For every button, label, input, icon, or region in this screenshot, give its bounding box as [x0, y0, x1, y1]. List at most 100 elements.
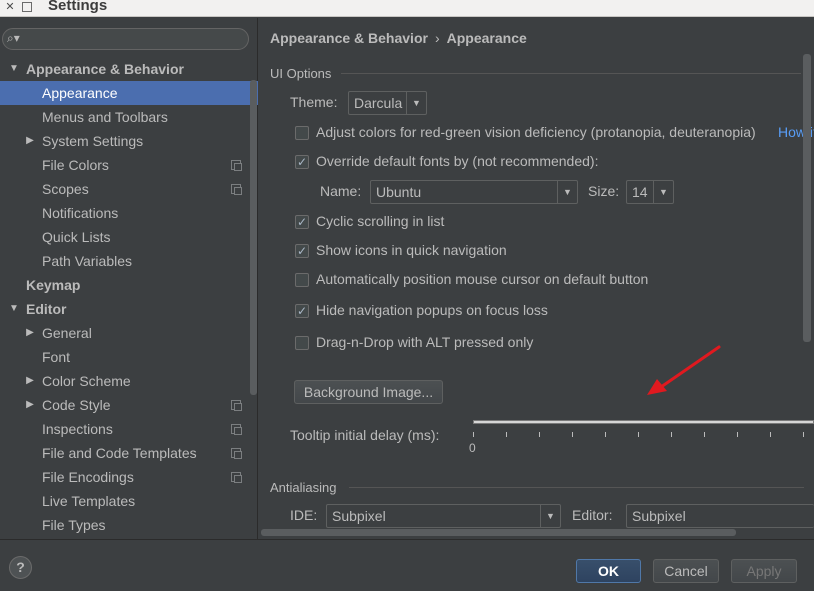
slider-tick: [572, 432, 573, 437]
sidebar-item-system-settings[interactable]: ▶ System Settings: [0, 129, 258, 153]
triangle-right-icon[interactable]: ▶: [24, 129, 36, 153]
apply-button[interactable]: Apply: [731, 559, 797, 583]
sidebar-item-label: General: [42, 325, 92, 341]
close-icon[interactable]: ✕: [4, 1, 16, 13]
sidebar-item-label: Appearance: [42, 85, 118, 101]
sidebar-item-file-colors[interactable]: File Colors: [0, 153, 258, 177]
triangle-right-icon[interactable]: ▶: [24, 393, 36, 417]
breadcrumb-separator: ›: [434, 30, 440, 46]
sidebar-item-font[interactable]: Font: [0, 345, 258, 369]
font-name-select[interactable]: Ubuntu ▼: [370, 180, 578, 204]
sidebar-item-editor[interactable]: ▼ Editor: [0, 297, 258, 321]
show-icons-checkbox[interactable]: ✓: [295, 244, 309, 258]
slider-tick: [704, 432, 705, 437]
slider-tick: [473, 432, 474, 437]
font-name-label: Name:: [320, 183, 362, 199]
sidebar-item-appearance-behavior[interactable]: ▼ Appearance & Behavior: [0, 57, 258, 81]
sidebar-item-keymap[interactable]: Keymap: [0, 273, 258, 297]
search-input[interactable]: ⌕▾: [2, 28, 249, 50]
sidebar-item-inspections[interactable]: Inspections: [0, 417, 258, 441]
adjust-colors-checkbox[interactable]: [295, 126, 309, 140]
slider-tick: [506, 432, 507, 437]
slider-tick: [803, 432, 804, 437]
ok-button[interactable]: OK: [576, 559, 641, 583]
sidebar-item-label: Scopes: [42, 181, 89, 197]
adjust-colors-label: Adjust colors for red-green vision defic…: [316, 124, 756, 140]
copy-icon: [231, 424, 242, 435]
override-fonts-label: Override default fonts by (not recommend…: [316, 153, 599, 169]
annotation-arrow-head: [647, 379, 667, 395]
background-image-button[interactable]: Background Image...: [294, 380, 443, 404]
sidebar-item-label: File Encodings: [42, 469, 134, 485]
sidebar-item-label: File Types: [42, 517, 106, 533]
window-title: Settings: [48, 0, 108, 14]
settings-content: Appearance & Behavior › Appearance UI Opti…: [259, 18, 814, 539]
font-size-label: Size:: [588, 183, 620, 199]
sidebar-item-file-encodings[interactable]: File Encodings: [0, 465, 258, 489]
triangle-right-icon[interactable]: ▶: [24, 369, 36, 393]
maximize-icon[interactable]: [22, 2, 32, 12]
sidebar-item-scopes[interactable]: Scopes: [0, 177, 258, 201]
sidebar-item-notifications[interactable]: Notifications: [0, 201, 258, 225]
copy-icon: [231, 184, 242, 195]
override-fonts-checkbox[interactable]: ✓: [295, 155, 309, 169]
search-icon: ⌕▾: [7, 31, 20, 45]
content-horizontal-scrollbar[interactable]: [261, 529, 736, 536]
sidebar-item-label: Menus and Toolbars: [42, 109, 168, 125]
hide-popups-checkbox[interactable]: ✓: [295, 304, 309, 318]
title-bar: ✕ Settings: [0, 0, 814, 17]
cancel-button[interactable]: Cancel: [653, 559, 719, 583]
slider-tick: [638, 432, 639, 437]
copy-icon: [231, 400, 242, 411]
sidebar-item-path-variables[interactable]: Path Variables: [0, 249, 258, 273]
editor-antialias-select[interactable]: Subpixel: [626, 504, 814, 528]
sidebar-item-label: Editor: [26, 301, 67, 317]
sidebar-scrollbar[interactable]: [250, 80, 257, 395]
theme-value: Darcula: [354, 95, 403, 111]
sidebar-item-label: File Colors: [42, 157, 109, 173]
font-size-select[interactable]: 14 ▼: [626, 180, 674, 204]
ui-options-section-title: UI Options: [270, 66, 332, 81]
sidebar-item-label: Notifications: [42, 205, 119, 221]
sidebar-item-label: Inspections: [42, 421, 113, 437]
editor-antialias-value: Subpixel: [632, 508, 686, 524]
sidebar-item-live-templates[interactable]: Live Templates: [0, 489, 258, 513]
sidebar-item-file-types[interactable]: File Types: [0, 513, 258, 537]
tooltip-delay-slider[interactable]: [473, 420, 814, 424]
help-icon[interactable]: ?: [9, 556, 32, 579]
drag-n-drop-checkbox[interactable]: [295, 336, 309, 350]
sidebar-item-label: Color Scheme: [42, 373, 131, 389]
sidebar-item-appearance[interactable]: Appearance: [0, 81, 258, 105]
copy-icon: [231, 160, 242, 171]
slider-tick: [605, 432, 606, 437]
ide-antialias-select[interactable]: Subpixel ▼: [326, 504, 561, 528]
slider-tick: [737, 432, 738, 437]
breadcrumb-current: Appearance: [446, 30, 527, 46]
sidebar-item-color-scheme[interactable]: ▶ Color Scheme: [0, 369, 258, 393]
breadcrumb: Appearance & Behavior › Appearance: [270, 30, 527, 46]
sidebar-item-menus-and-toolbars[interactable]: Menus and Toolbars: [0, 105, 258, 129]
ide-antialias-label: IDE:: [290, 507, 318, 523]
chevron-down-icon: ▼: [557, 181, 577, 203]
slider-min-label: 0: [469, 441, 476, 455]
copy-icon: [231, 472, 242, 483]
triangle-down-icon[interactable]: ▼: [8, 57, 20, 81]
triangle-right-icon[interactable]: ▶: [24, 321, 36, 345]
cyclic-scrolling-label: Cyclic scrolling in list: [316, 213, 445, 229]
sidebar-item-code-style[interactable]: ▶ Code Style: [0, 393, 258, 417]
theme-select[interactable]: Darcula ▼: [348, 91, 427, 115]
sidebar-item-label: File and Code Templates: [42, 445, 197, 461]
sidebar-item-label: Font: [42, 349, 71, 365]
sidebar-item-file-and-code-templates[interactable]: File and Code Templates: [0, 441, 258, 465]
content-vertical-scrollbar[interactable]: [803, 54, 811, 342]
cyclic-scrolling-checkbox[interactable]: ✓: [295, 215, 309, 229]
chevron-down-icon: ▼: [406, 92, 426, 114]
triangle-down-icon[interactable]: ▼: [8, 297, 20, 321]
position-cursor-checkbox[interactable]: [295, 273, 309, 287]
breadcrumb-parent[interactable]: Appearance & Behavior: [270, 30, 428, 46]
sidebar-item-general[interactable]: ▶ General: [0, 321, 258, 345]
hide-popups-label: Hide navigation popups on focus loss: [316, 302, 548, 318]
sidebar-item-quick-lists[interactable]: Quick Lists: [0, 225, 258, 249]
editor-antialias-label: Editor:: [572, 507, 613, 523]
sidebar-item-label: Keymap: [26, 277, 81, 293]
